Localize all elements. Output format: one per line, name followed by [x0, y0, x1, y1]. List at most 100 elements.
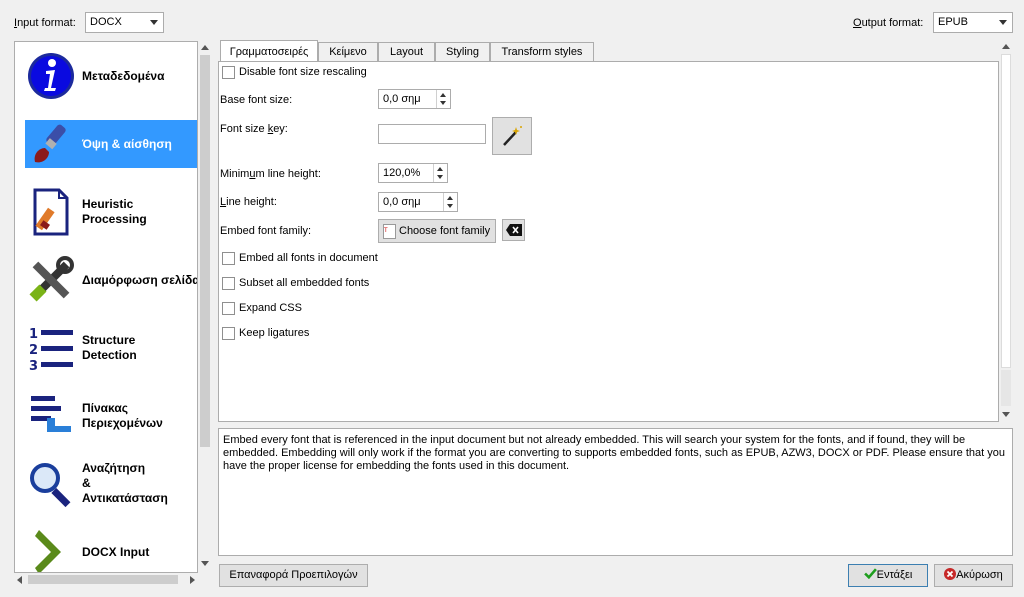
output-format-select[interactable]: EPUB [933, 12, 1013, 33]
disable-font-rescaling-checkbox[interactable] [222, 66, 235, 79]
base-font-size-value: 0,0 σημ [383, 93, 421, 105]
spin-buttons[interactable] [443, 193, 457, 211]
keep-ligatures-checkbox[interactable] [222, 327, 235, 340]
sidebar-item-label: Μεταδεδομένα [82, 69, 165, 83]
base-font-size-label: Base font size: [220, 94, 293, 106]
input-format-label: Input format: [14, 17, 76, 29]
embed-font-family-label: Embed font family: [220, 225, 312, 237]
line-height-label: Line height: [220, 196, 277, 208]
font-size-key-input[interactable] [378, 124, 486, 144]
chevron-down-icon [150, 20, 158, 25]
svg-text:2: 2 [29, 343, 38, 358]
spin-down-icon[interactable] [440, 101, 446, 105]
font-size-wizard-button[interactable] [492, 117, 532, 155]
output-format-label: Output format: [853, 17, 924, 29]
output-format-value: EPUB [938, 16, 968, 28]
sidebar-item-page-setup[interactable]: Διαμόρφωση σελίδας [25, 256, 197, 304]
scroll-up-icon[interactable] [1002, 44, 1010, 49]
svg-text:1: 1 [29, 327, 38, 342]
tab-transform-styles[interactable]: Transform styles [490, 42, 594, 61]
panel-vertical-scrollbar[interactable] [999, 40, 1013, 422]
cancel-icon [944, 568, 957, 580]
sidebar-item-structure-detection[interactable]: 1 2 3 Structure Detection [25, 324, 197, 372]
numbered-list-icon: 1 2 3 [29, 327, 73, 372]
magic-wand-icon [503, 126, 522, 146]
font-file-icon: T [383, 223, 396, 239]
scrollbar-thumb[interactable] [200, 55, 210, 447]
sidebar-item-docx-input[interactable]: DOCX Input [25, 528, 197, 572]
clear-font-family-button[interactable] [502, 219, 525, 241]
line-height-spinbox[interactable]: 0,0 σημ [378, 192, 458, 212]
ok-label: Εντάξει [876, 569, 913, 581]
sidebar-item-heuristic-processing[interactable]: Heuristic Processing [25, 188, 197, 236]
scrollbar-track[interactable] [1001, 370, 1011, 406]
ok-button[interactable]: Εντάξει [848, 564, 928, 587]
category-sidebar: Μεταδεδομένα Όψη & αίσθηση Heuristic Proc… [14, 41, 198, 573]
min-line-height-spinbox[interactable]: 120,0% [378, 163, 448, 183]
sidebar-item-look-and-feel[interactable]: Όψη & αίσθηση [25, 120, 197, 168]
sidebar-item-search-replace[interactable]: Αναζήτηση & Αντικατάσταση [25, 460, 197, 508]
embed-all-fonts-label: Embed all fonts in document [239, 252, 378, 264]
sidebar-item-label: Διαμόρφωση σελίδας [82, 273, 198, 287]
embed-all-fonts-checkbox[interactable] [222, 252, 235, 265]
search-icon [30, 463, 71, 508]
choose-font-family-label: Choose font family [399, 225, 491, 237]
spin-up-icon[interactable] [437, 167, 443, 171]
scroll-down-icon[interactable] [1002, 412, 1010, 417]
scroll-up-icon[interactable] [201, 45, 209, 50]
help-description: Embed every font that is referenced in t… [218, 428, 1013, 556]
cancel-button[interactable]: Ακύρωση [934, 564, 1013, 587]
subset-fonts-checkbox[interactable] [222, 277, 235, 290]
tab-text[interactable]: Κείμενο [318, 42, 378, 61]
keep-ligatures-label: Keep ligatures [239, 327, 310, 339]
spin-up-icon[interactable] [440, 93, 446, 97]
toc-icon [31, 396, 71, 432]
font-size-key-label: Font size key: [220, 123, 288, 135]
clear-icon [505, 224, 522, 236]
scroll-down-icon[interactable] [201, 561, 209, 566]
scroll-left-icon[interactable] [17, 576, 22, 584]
info-icon [28, 53, 74, 99]
sidebar-horizontal-scrollbar[interactable] [14, 573, 198, 586]
spin-down-icon[interactable] [437, 175, 443, 179]
input-format-value: DOCX [90, 16, 122, 28]
sidebar-item-metadata[interactable]: Μεταδεδομένα [25, 52, 197, 100]
choose-font-family-button[interactable]: T Choose font family [378, 219, 496, 243]
fonts-panel: Disable font size rescaling Base font si… [218, 61, 999, 422]
restore-defaults-button[interactable]: Επαναφορά Προεπιλογών [219, 564, 368, 587]
disable-font-rescaling-label: Disable font size rescaling [239, 66, 367, 78]
subset-fonts-label: Subset all embedded fonts [239, 277, 370, 289]
spin-buttons[interactable] [433, 164, 447, 182]
tab-fonts[interactable]: Γραμματοσειρές [220, 40, 318, 62]
scrollbar-thumb[interactable] [1001, 54, 1011, 368]
sidebar-vertical-scrollbar[interactable] [198, 41, 212, 573]
paintbrush-icon [34, 124, 66, 163]
sidebar-item-table-of-contents[interactable]: Πίνακας Περιεχομένων [25, 392, 197, 440]
tab-layout[interactable]: Layout [378, 42, 435, 61]
line-height-value: 0,0 σημ [383, 196, 421, 208]
spin-down-icon[interactable] [447, 204, 453, 208]
tools-icon [29, 256, 74, 302]
min-line-height-value: 120,0% [383, 167, 421, 179]
tab-styling[interactable]: Styling [435, 42, 490, 61]
sidebar-item-label: Πίνακας Περιεχομένων [82, 401, 163, 430]
spin-buttons[interactable] [436, 90, 450, 108]
sidebar-item-label: Όψη & αίσθηση [82, 137, 172, 151]
sidebar-item-label: DOCX Input [82, 545, 150, 559]
checkmark-icon [863, 568, 877, 580]
scroll-right-icon[interactable] [190, 576, 195, 584]
sidebar-item-label: Structure Detection [82, 333, 137, 362]
min-line-height-label: Minimum line height: [220, 168, 321, 180]
scrollbar-thumb[interactable] [28, 575, 178, 584]
document-edit-icon [33, 188, 69, 236]
svg-text:3: 3 [29, 359, 38, 372]
sidebar-item-label: Heuristic Processing [82, 197, 147, 226]
sidebar-item-label: Αναζήτηση & Αντικατάσταση [82, 461, 168, 505]
chevron-down-icon [999, 20, 1007, 25]
cancel-label: Ακύρωση [956, 569, 1003, 581]
spin-up-icon[interactable] [447, 196, 453, 200]
expand-css-label: Expand CSS [239, 302, 302, 314]
expand-css-checkbox[interactable] [222, 302, 235, 315]
base-font-size-spinbox[interactable]: 0,0 σημ [378, 89, 451, 109]
input-format-select[interactable]: DOCX [85, 12, 164, 33]
